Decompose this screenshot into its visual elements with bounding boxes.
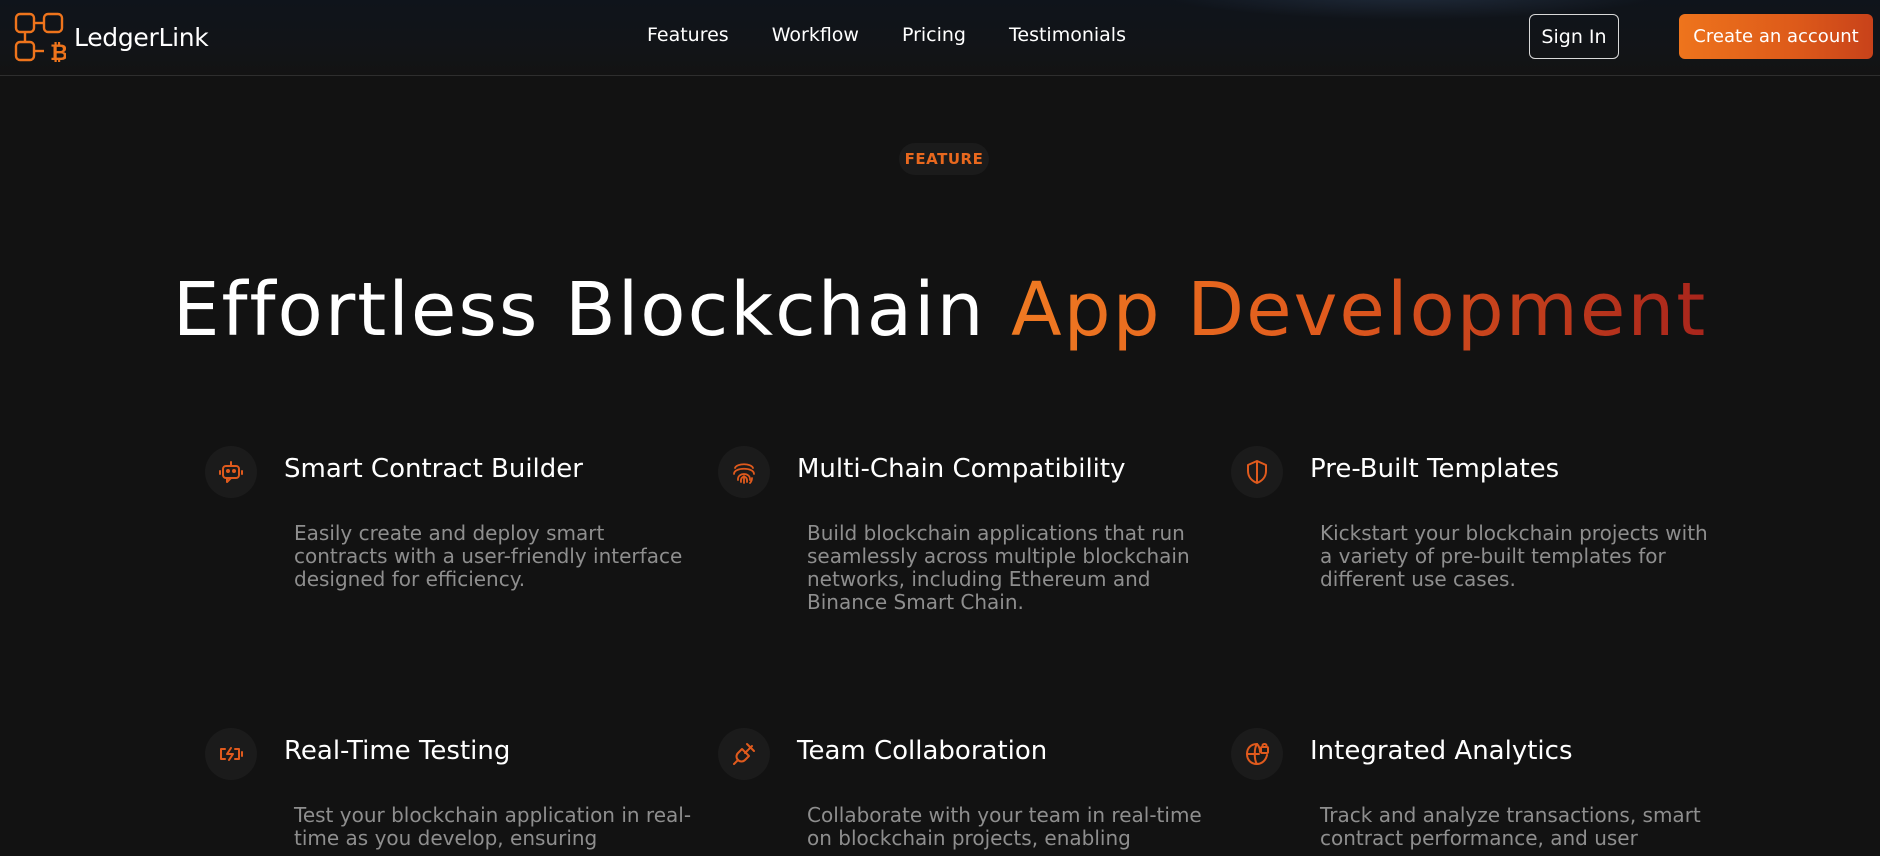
brand-logo-link[interactable]: ₿ LedgerLink [14, 12, 209, 62]
create-account-button[interactable]: Create an account [1679, 14, 1873, 59]
battery-charging-icon [220, 747, 243, 761]
plug-icon-wrapper [718, 728, 770, 780]
page-title: Effortless Blockchain App Development [0, 262, 1880, 358]
title-accent: App Development [1011, 267, 1708, 353]
feature-description: Kickstart your blockchain projects with … [1320, 521, 1708, 591]
feature-title: Multi-Chain Compatibility [797, 454, 1126, 484]
feature-description: Build blockchain applications that run s… [807, 521, 1190, 614]
battery-charging-icon-wrapper [205, 728, 257, 780]
fingerprint-icon-wrapper [718, 446, 770, 498]
shield-icon [1247, 460, 1267, 484]
globe-lock-icon [1246, 743, 1269, 765]
sign-in-button[interactable]: Sign In [1529, 14, 1619, 59]
feature-title: Real-Time Testing [284, 736, 511, 766]
feature-description: Easily create and deploy smart contracts… [294, 521, 683, 591]
fingerprint-icon [733, 463, 755, 484]
blockchain-bitcoin-logo-icon: ₿ [14, 12, 66, 62]
nav-link-workflow[interactable]: Workflow [772, 24, 859, 46]
robot-icon-wrapper [205, 446, 257, 498]
shield-icon-wrapper [1231, 446, 1283, 498]
nav-link-testimonials[interactable]: Testimonials [1009, 24, 1126, 46]
feature-description: Track and analyze transactions, smart co… [1320, 803, 1701, 850]
nav-link-features[interactable]: Features [647, 24, 729, 46]
section-badge: FEATURE [899, 143, 989, 175]
feature-title: Smart Contract Builder [284, 454, 583, 484]
top-navbar: ₿ LedgerLink Features Workflow Pricing T… [0, 0, 1880, 76]
title-plain: Effortless Blockchain [172, 267, 1012, 353]
globe-lock-icon-wrapper [1231, 728, 1283, 780]
svg-text:₿: ₿ [50, 41, 66, 62]
feature-description: Test your blockchain application in real… [294, 803, 692, 850]
feature-title: Integrated Analytics [1310, 736, 1573, 766]
feature-title: Pre-Built Templates [1310, 454, 1560, 484]
feature-title: Team Collaboration [797, 736, 1048, 766]
feature-description: Collaborate with your team in real-time … [807, 803, 1202, 850]
main-nav: Features Workflow Pricing Testimonials [647, 24, 1169, 46]
brand-name: LedgerLink [74, 22, 209, 52]
nav-link-pricing[interactable]: Pricing [902, 24, 966, 46]
plug-icon [733, 743, 755, 765]
robot-icon [219, 461, 243, 483]
